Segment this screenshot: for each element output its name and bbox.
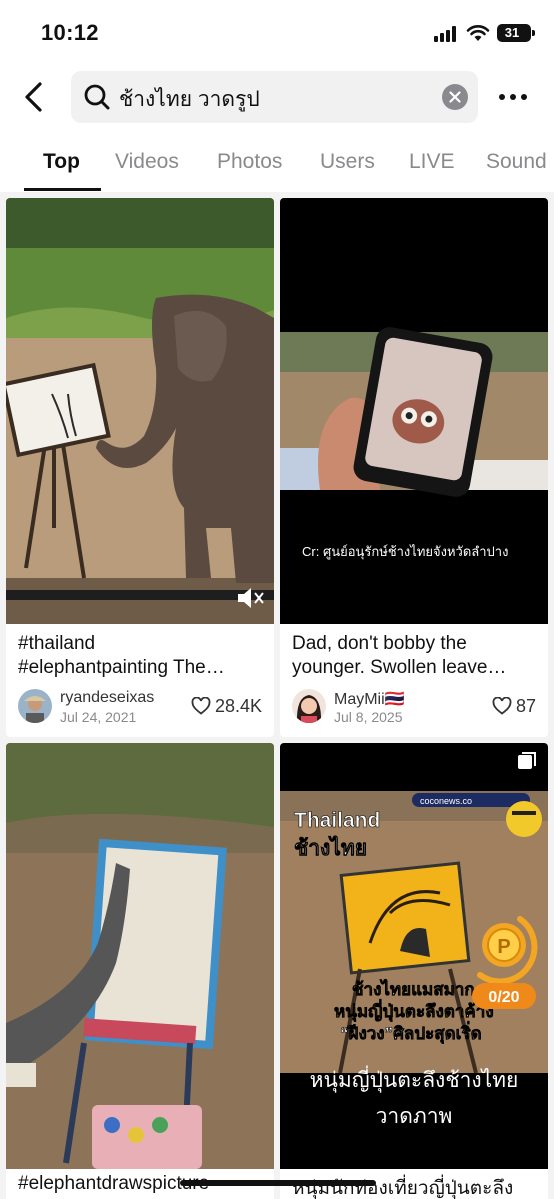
tab-sound[interactable]: Sound (486, 150, 547, 174)
battery-icon: 31 (497, 24, 535, 42)
overlay-headline: หนุ่มญี่ปุ่นตะลึงตาค้าง (334, 999, 494, 1022)
video-card[interactable]: #elephantdrawspicture (6, 743, 274, 1199)
coin-progress: 0/20 (488, 989, 519, 1006)
more-options-icon[interactable] (498, 90, 528, 104)
avatar-image (292, 689, 326, 723)
home-indicator (180, 1180, 376, 1186)
back-arrow-icon[interactable] (18, 80, 50, 114)
video-card[interactable]: #thailand #elephantpainting The… ryandes… (6, 198, 274, 737)
tab-videos[interactable]: Videos (115, 150, 179, 174)
tab-users[interactable]: Users (320, 150, 375, 174)
video-subtitle: หนุ่มญี่ปุ่นตะลึงช้างไทย (310, 1065, 519, 1093)
heart-icon (492, 696, 512, 715)
video-overlay-text: Cr: ศูนย์อนุรักษ์ช้างไทยจังหวัดลำปาง (302, 544, 508, 560)
coin-icon: P (497, 936, 510, 958)
video-card[interactable]: Cr: ศูนย์อนุรักษ์ช้างไทยจังหวัดลำปาง Dad… (280, 198, 548, 737)
video-thumbnail[interactable]: coconews.co Thailand ช้างไทย ช้างไทยแมสม… (280, 743, 548, 1169)
search-bar[interactable]: ช้างไทย วาดรูป (71, 71, 478, 123)
video-thumbnail[interactable] (6, 743, 274, 1169)
like-count: 87 (492, 696, 536, 717)
post-date: Jul 24, 2021 (60, 709, 137, 725)
clear-search-button[interactable] (442, 84, 468, 110)
overlay-title-thai: ช้างไทย (294, 835, 367, 860)
brand-label: coconews.co (420, 796, 472, 806)
post-date: Jul 8, 2025 (334, 709, 403, 725)
avatar[interactable] (18, 689, 52, 723)
video-thumbnail[interactable] (6, 198, 274, 624)
battery-level: 31 (504, 25, 520, 40)
video-caption[interactable]: หนุ่มนักท่องเที่ยวญี่ปุ่นตะลึง (292, 1173, 513, 1199)
avatar-image (18, 689, 52, 723)
video-caption[interactable]: Dad, don't bobby the younger. Swollen le… (292, 632, 538, 680)
search-tabs: Top Videos Photos Users LIVE Sound (0, 140, 554, 193)
tab-photos[interactable]: Photos (217, 150, 282, 174)
search-icon (84, 84, 110, 110)
like-count: 28.4K (191, 696, 262, 717)
results-grid: #thailand #elephantpainting The… ryandes… (0, 192, 554, 1199)
search-input[interactable]: ช้างไทย วาดรูป (119, 83, 260, 116)
tab-live[interactable]: LIVE (409, 150, 455, 174)
video-card[interactable]: coconews.co Thailand ช้างไทย ช้างไทยแมสม… (280, 743, 548, 1199)
tab-top[interactable]: Top (43, 150, 80, 174)
username[interactable]: ryandeseixas (60, 689, 154, 707)
overlay-title: Thailand (294, 809, 380, 832)
status-time: 10:12 (41, 20, 99, 45)
heart-icon (191, 696, 211, 715)
video-thumbnail[interactable]: Cr: ศูนย์อนุรักษ์ช้างไทยจังหวัดลำปาง (280, 198, 548, 624)
video-caption[interactable]: #thailand #elephantpainting The… (18, 632, 264, 680)
status-bar: 10:12 31 (0, 0, 554, 64)
overlay-headline: ช้างไทยแมสมาก (352, 979, 475, 999)
wifi-icon (466, 25, 490, 41)
video-subtitle: วาดภาพ (376, 1105, 453, 1128)
avatar[interactable] (292, 689, 326, 723)
close-icon (449, 91, 461, 103)
overlay-headline: “ฝีงวง”ศิลปะสุดเริ่ด (340, 1021, 482, 1044)
username[interactable]: MayMii🇹🇭 (334, 689, 405, 709)
active-tab-indicator (24, 188, 101, 191)
cellular-signal-icon (434, 26, 456, 42)
